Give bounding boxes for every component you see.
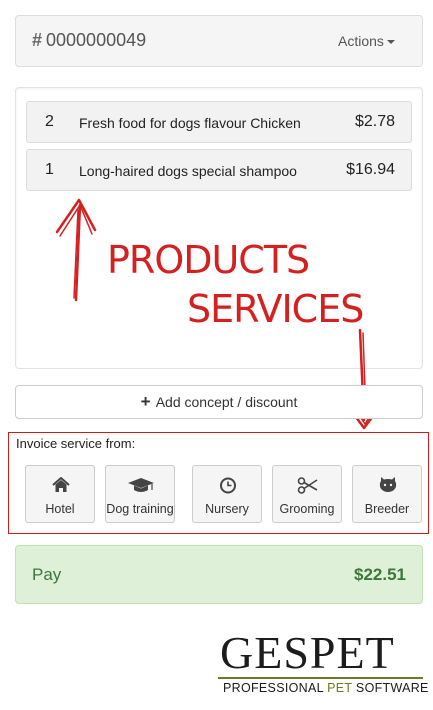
plus-icon: + — [140, 392, 151, 411]
brand-tagline: PROFESSIONAL PET SOFTWARE — [223, 681, 429, 695]
pay-button[interactable]: Pay $22.51 — [15, 545, 423, 604]
service-hotel-button[interactable]: Hotel — [25, 465, 95, 523]
line-item-qty: 1 — [45, 161, 54, 178]
scissors-icon — [297, 477, 318, 494]
clock-icon — [220, 477, 236, 494]
service-label: Breeder — [364, 502, 410, 516]
github-cat-icon — [379, 477, 397, 492]
annotation-products: PRODUCTS — [107, 238, 310, 282]
caret-down-icon — [386, 40, 395, 45]
service-dog-training-button[interactable]: Dog training — [105, 465, 175, 523]
pay-total: $22.51 — [354, 565, 406, 584]
brand-tagline-part3: SOFTWARE — [352, 681, 429, 695]
brand-tagline-accent: PET — [327, 681, 353, 695]
service-breeder-button[interactable]: Breeder — [352, 465, 422, 523]
graduation-cap-icon — [128, 478, 154, 492]
service-label: Dog training — [106, 502, 174, 516]
add-concept-button[interactable]: + Add concept / discount — [15, 385, 423, 419]
service-label: Hotel — [45, 502, 75, 516]
add-concept-label: Add concept / discount — [155, 394, 298, 410]
hash-icon: # — [32, 30, 43, 50]
line-item[interactable]: 2 Fresh food for dogs flavour Chicken $2… — [26, 101, 412, 143]
home-icon — [52, 477, 70, 492]
annotation-services: SERVICES — [187, 287, 364, 331]
invoice-service-label: Invoice service from: — [16, 436, 136, 451]
brand-name-part1: GES — [220, 627, 310, 678]
service-grooming-button[interactable]: Grooming — [272, 465, 342, 523]
actions-label: Actions — [338, 33, 384, 49]
pay-label: Pay — [32, 565, 62, 584]
line-item-description: Long-haired dogs special shampoo — [79, 163, 297, 179]
order-number-value: 0000000049 — [46, 30, 147, 50]
line-item-qty: 2 — [45, 113, 54, 130]
service-nursery-button[interactable]: Nursery — [192, 465, 262, 523]
actions-dropdown-button[interactable]: Actions — [338, 33, 395, 49]
service-label: Grooming — [279, 502, 335, 516]
brand-name: GESPET — [220, 630, 395, 676]
gespet-logo: GESPET PROFESSIONAL PET SOFTWARE — [218, 630, 428, 700]
brand-name-part2: PET — [309, 627, 395, 678]
line-item-description: Fresh food for dogs flavour Chicken — [79, 115, 301, 131]
brand-underline — [218, 677, 423, 679]
line-item-price: $2.78 — [354, 113, 395, 130]
service-label: Nursery — [205, 502, 249, 516]
brand-tagline-part1: PROFESSIONAL — [223, 681, 328, 695]
line-item-price: $16.94 — [346, 161, 395, 178]
line-item[interactable]: 1 Long-haired dogs special shampoo $16.9… — [26, 149, 412, 191]
invoice-service-box: Invoice service from: Hotel Dog training… — [8, 432, 429, 534]
order-header: #0000000049 Actions — [15, 15, 423, 67]
order-number: #0000000049 — [32, 30, 146, 51]
